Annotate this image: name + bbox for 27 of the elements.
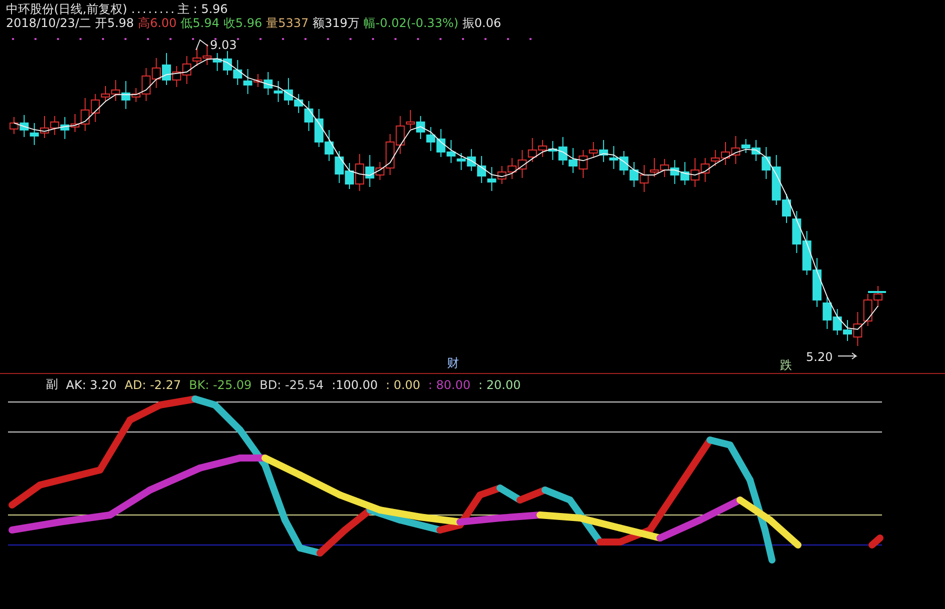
stock-title: 中环股份(日线,前复权) <box>6 2 128 16</box>
indicator-name: 副 <box>46 376 58 393</box>
quote-value: 振0.06 <box>462 16 502 30</box>
quote-value: 量5337 <box>266 16 309 30</box>
indicator-value: :100.00 <box>332 378 378 392</box>
event-marker: 财 <box>447 356 459 370</box>
event-marker: 跌 <box>780 358 792 372</box>
indicator-value: BD: -25.54 <box>260 378 324 392</box>
indicator-value: AK: 3.20 <box>66 378 117 392</box>
indicator-value: BK: -25.09 <box>189 378 252 392</box>
quote-value: 幅-0.02(-0.33%) <box>364 16 458 30</box>
quote-value: 2018/10/23/二 <box>6 16 92 30</box>
indicator-value: : 20.00 <box>478 378 521 392</box>
quote-value: 额319万 <box>312 16 360 30</box>
indicator-value: : 0.00 <box>386 378 420 392</box>
indicator-value: AD: -2.27 <box>124 378 182 392</box>
indicator-value: : 80.00 <box>428 378 471 392</box>
current-price-tick <box>868 291 886 293</box>
high-pointer-line <box>196 39 208 50</box>
quote-value: 低5.94 <box>180 16 220 30</box>
main-price-label: 主 : 5.96 <box>177 2 228 16</box>
price-label: 5.20 <box>806 350 833 364</box>
price-label: 9.03 <box>210 38 237 52</box>
quote-value: 收5.96 <box>223 16 262 30</box>
quote-value: 高6.00 <box>138 16 177 30</box>
quote-value: 开5.98 <box>95 16 134 30</box>
dot-leader: . . . . . . . . <box>131 2 174 16</box>
